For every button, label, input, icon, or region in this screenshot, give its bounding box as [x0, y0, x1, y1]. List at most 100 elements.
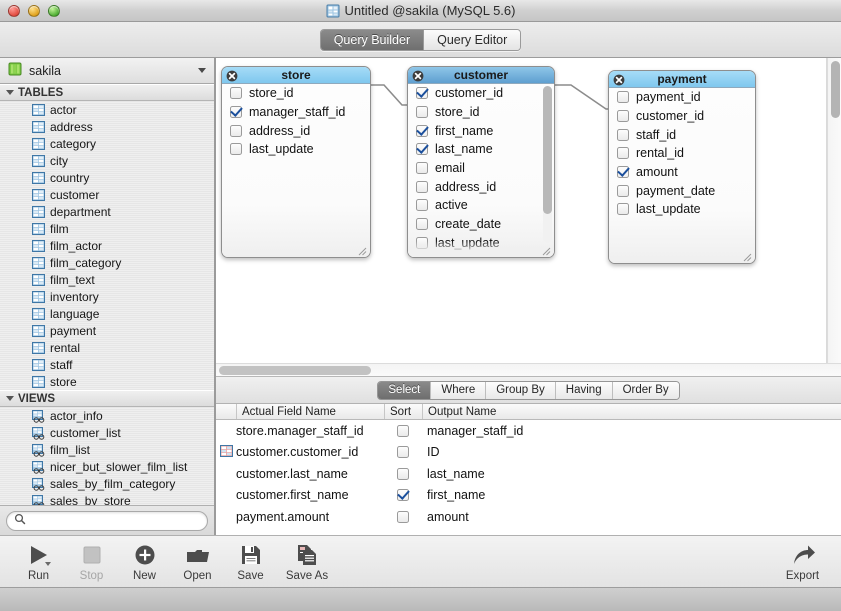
field-checkbox[interactable] [617, 166, 629, 179]
field-row[interactable]: address_id [408, 177, 554, 196]
field-checkbox[interactable] [416, 218, 428, 231]
cell-actual-field-name[interactable]: customer.customer_id [236, 445, 384, 459]
field-checkbox[interactable] [230, 124, 242, 137]
sort-checkbox[interactable] [397, 510, 409, 523]
cell-actual-field-name[interactable]: customer.last_name [236, 467, 384, 481]
close-window-button[interactable] [8, 4, 20, 17]
sidebar-item-film_list[interactable]: film_list [0, 441, 214, 458]
field-row[interactable]: email [408, 159, 554, 178]
table-node-payment[interactable]: payment payment_id customer_id staff_id rent… [608, 70, 756, 264]
field-row[interactable]: payment_id [609, 88, 755, 107]
chevron-down-icon[interactable] [198, 68, 206, 73]
scrollbar-thumb[interactable] [831, 61, 840, 118]
field-checkbox[interactable] [230, 87, 242, 100]
sort-checkbox[interactable] [397, 424, 409, 437]
field-row[interactable]: manager_staff_id [222, 103, 370, 122]
field-row[interactable]: customer_id [408, 84, 554, 103]
sidebar-item-staff[interactable]: staff [0, 356, 214, 373]
tab-group-by[interactable]: Group By [485, 381, 555, 399]
cell-sort[interactable] [384, 510, 422, 523]
field-checkbox[interactable] [230, 106, 242, 119]
sidebar-item-film[interactable]: film [0, 220, 214, 237]
table-node-header[interactable]: store [222, 67, 370, 84]
resize-grip-icon[interactable] [358, 245, 367, 256]
column-header-output-name[interactable]: Output Name [422, 404, 841, 419]
sort-checkbox[interactable] [397, 446, 409, 459]
sidebar-item-city[interactable]: city [0, 152, 214, 169]
field-row[interactable]: store_id [408, 103, 554, 122]
sidebar-item-store[interactable]: store [0, 373, 214, 390]
save-as-button[interactable]: Save As [277, 541, 337, 582]
sidebar-item-payment[interactable]: payment [0, 322, 214, 339]
field-checkbox[interactable] [416, 180, 428, 193]
field-checkbox[interactable] [416, 143, 428, 156]
table-row[interactable]: store.manager_staff_id manager_staff_id [216, 420, 841, 442]
cell-output-name[interactable]: first_name [422, 488, 841, 502]
cell-sort[interactable] [384, 446, 422, 459]
field-row[interactable]: amount [609, 163, 755, 182]
sort-checkbox[interactable] [397, 489, 409, 502]
table-node-header[interactable]: payment [609, 71, 755, 88]
resize-grip-icon[interactable] [542, 245, 551, 256]
column-header-actual-field-name[interactable]: Actual Field Name [236, 404, 384, 419]
schema-tree[interactable]: TABLES actor address category city country cus… [0, 84, 214, 505]
sidebar-item-inventory[interactable]: inventory [0, 288, 214, 305]
field-row[interactable]: active [408, 196, 554, 215]
cell-sort[interactable] [384, 467, 422, 480]
tab-query-builder[interactable]: Query Builder [320, 29, 424, 50]
sidebar-item-category[interactable]: category [0, 135, 214, 152]
field-row[interactable]: last_update [222, 140, 370, 159]
sidebar-item-customer[interactable]: customer [0, 186, 214, 203]
field-checkbox[interactable] [230, 143, 242, 156]
sidebar-item-film_category[interactable]: film_category [0, 254, 214, 271]
field-row[interactable]: first_name [408, 121, 554, 140]
open-button[interactable]: Open [171, 541, 224, 582]
sidebar-item-actor[interactable]: actor [0, 101, 214, 118]
field-checkbox[interactable] [416, 199, 428, 212]
cell-output-name[interactable]: ID [422, 445, 841, 459]
close-icon[interactable] [226, 70, 238, 82]
field-row[interactable]: address_id [222, 121, 370, 140]
sidebar-item-department[interactable]: department [0, 203, 214, 220]
cell-output-name[interactable]: manager_staff_id [422, 424, 841, 438]
resize-grip-icon[interactable] [743, 251, 752, 262]
field-row[interactable]: last_name [408, 140, 554, 159]
cell-actual-field-name[interactable]: customer.first_name [236, 488, 384, 502]
field-checkbox[interactable] [617, 203, 629, 216]
sidebar-item-film_text[interactable]: film_text [0, 271, 214, 288]
tab-select[interactable]: Select [378, 381, 431, 399]
mode-segmented-control[interactable]: Query Builder Query Editor [319, 28, 522, 51]
field-row[interactable]: create_date [408, 215, 554, 234]
field-row[interactable]: store_id [222, 84, 370, 103]
tab-query-editor[interactable]: Query Editor [423, 29, 521, 50]
field-checkbox[interactable] [416, 87, 428, 100]
cell-actual-field-name[interactable]: payment.amount [236, 510, 384, 524]
cell-actual-field-name[interactable]: store.manager_staff_id [236, 424, 384, 438]
minimize-window-button[interactable] [28, 4, 40, 17]
table-row[interactable]: customer.customer_id ID [216, 442, 841, 464]
table-row[interactable]: customer.last_name last_name [216, 463, 841, 485]
field-checkbox[interactable] [617, 110, 629, 123]
canvas-horizontal-scrollbar[interactable] [216, 363, 841, 376]
cell-sort[interactable] [384, 489, 422, 502]
scrollbar-thumb[interactable] [219, 366, 371, 375]
new-button[interactable]: New [118, 541, 171, 582]
run-button[interactable]: Run [12, 541, 65, 582]
sidebar-item-language[interactable]: language [0, 305, 214, 322]
zoom-window-button[interactable] [48, 4, 60, 17]
sidebar-item-address[interactable]: address [0, 118, 214, 135]
field-checkbox[interactable] [416, 162, 428, 175]
sidebar-item-actor_info[interactable]: actor_info [0, 407, 214, 424]
canvas-vertical-scrollbar[interactable] [827, 58, 841, 364]
table-node-header[interactable]: customer [408, 67, 554, 84]
search-field-wrapper[interactable] [6, 510, 208, 531]
sidebar-item-rental[interactable]: rental [0, 339, 214, 356]
field-checkbox[interactable] [416, 106, 428, 119]
field-checkbox[interactable] [617, 147, 629, 160]
cell-output-name[interactable]: last_name [422, 467, 841, 481]
query-canvas[interactable]: store store_id manager_staff_id address_id l… [216, 58, 841, 376]
schema-selector[interactable]: sakila [0, 58, 214, 84]
table-node-scrollbar[interactable] [543, 86, 552, 243]
sidebar-item-customer_list[interactable]: customer_list [0, 424, 214, 441]
stop-button[interactable]: Stop [65, 541, 118, 582]
